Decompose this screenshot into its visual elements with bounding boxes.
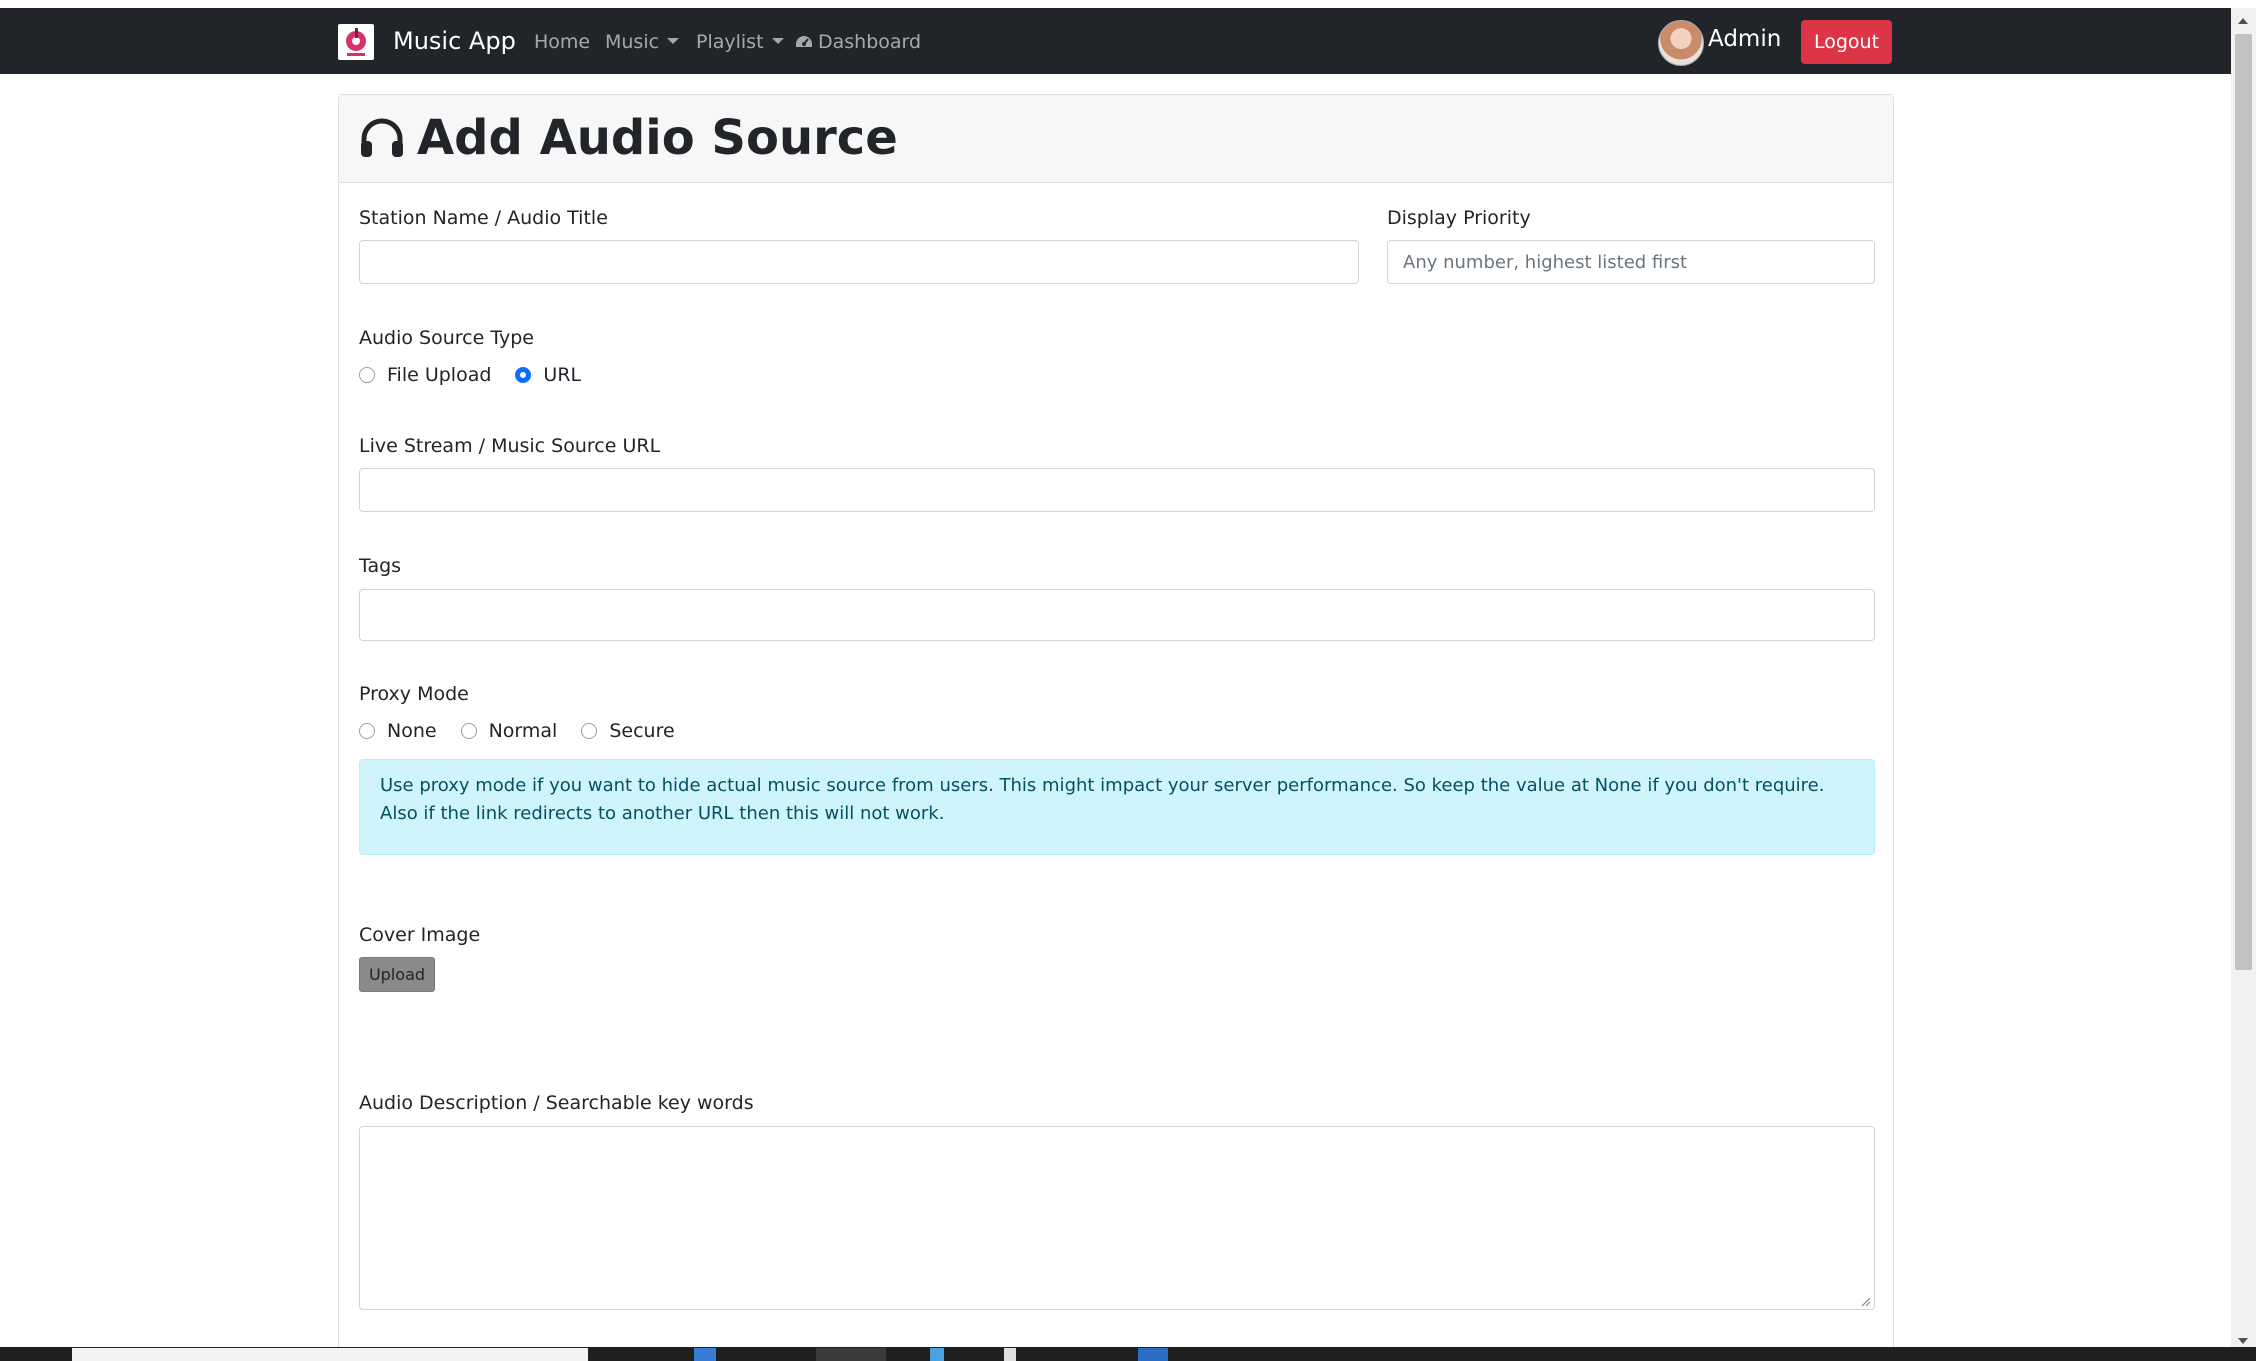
proxy-info-alert: Use proxy mode if you want to hide actua… xyxy=(359,759,1875,855)
source-url-label: Live Stream / Music Source URL xyxy=(359,435,661,457)
radio-proxy-normal[interactable] xyxy=(460,723,477,739)
page-scrollbar[interactable] xyxy=(2231,8,2256,1347)
scrollbar-thumb[interactable] xyxy=(2235,34,2252,970)
nav-playlist-dropdown[interactable]: Playlist xyxy=(696,30,784,54)
taskbar-active-app-icon[interactable] xyxy=(816,1348,886,1361)
nav-music-label: Music xyxy=(605,31,660,53)
nav-playlist-label: Playlist xyxy=(696,31,764,53)
radio-proxy-normal-label[interactable]: Normal xyxy=(489,719,558,743)
display-priority-label: Display Priority xyxy=(1387,207,1531,229)
brand-name[interactable]: Music App xyxy=(393,26,516,56)
taskbar-app-icon[interactable] xyxy=(930,1348,944,1361)
description-textarea[interactable] xyxy=(359,1126,1875,1310)
nav-home[interactable]: Home xyxy=(534,30,590,54)
nav-dashboard-label: Dashboard xyxy=(818,31,922,53)
source-type-radio-group: File Upload URL xyxy=(359,363,605,387)
chevron-down-icon xyxy=(667,38,680,44)
source-type-label: Audio Source Type xyxy=(359,327,534,349)
radio-proxy-none-label[interactable]: None xyxy=(387,719,437,743)
os-taskbar xyxy=(0,1347,2256,1361)
proxy-mode-radio-group: None Normal Secure xyxy=(359,719,699,743)
station-name-label: Station Name / Audio Title xyxy=(359,207,608,229)
top-navbar: Music App Home Music Playlist Dashboard … xyxy=(0,8,2231,74)
scroll-up-icon[interactable] xyxy=(2238,18,2248,24)
source-url-input[interactable] xyxy=(359,468,1875,512)
proxy-mode-label: Proxy Mode xyxy=(359,683,469,705)
page-title-text: Add Audio Source xyxy=(417,110,898,166)
radio-url[interactable] xyxy=(515,367,532,383)
page-title: Add Audio Source xyxy=(359,109,898,167)
resize-grip-icon[interactable] xyxy=(1859,1295,1871,1307)
radio-proxy-secure-label[interactable]: Secure xyxy=(609,719,674,743)
tags-input[interactable] xyxy=(359,589,1875,641)
radio-file-upload[interactable] xyxy=(359,367,375,383)
logout-button[interactable]: Logout xyxy=(1801,20,1892,64)
station-name-input[interactable] xyxy=(359,240,1359,284)
scroll-down-icon[interactable] xyxy=(2238,1338,2248,1344)
dashboard-icon xyxy=(795,32,813,56)
taskbar-app-icon[interactable] xyxy=(1138,1348,1168,1361)
nav-dashboard[interactable]: Dashboard xyxy=(795,30,921,56)
music-app-logo[interactable] xyxy=(338,24,374,60)
card-header: Add Audio Source xyxy=(339,95,1893,183)
tags-label: Tags xyxy=(359,555,402,577)
radio-proxy-none[interactable] xyxy=(359,723,375,739)
headphones-icon xyxy=(361,118,403,157)
chevron-down-icon xyxy=(771,38,784,44)
taskbar-app-icon[interactable] xyxy=(694,1348,716,1361)
radio-url-label[interactable]: URL xyxy=(543,363,581,387)
radio-file-upload-label[interactable]: File Upload xyxy=(387,363,491,387)
nav-home-label: Home xyxy=(534,31,591,53)
description-label: Audio Description / Searchable key words xyxy=(359,1092,754,1114)
user-avatar[interactable] xyxy=(1658,20,1704,66)
add-audio-card: Add Audio Source Station Name / Audio Ti… xyxy=(338,94,1894,1356)
taskbar-app-icon[interactable] xyxy=(1004,1348,1016,1361)
browser-top-strip xyxy=(0,0,2256,8)
display-priority-input[interactable] xyxy=(1387,240,1875,284)
cover-image-label: Cover Image xyxy=(359,924,481,946)
user-name[interactable]: Admin xyxy=(1708,24,1781,54)
taskbar-search-box[interactable] xyxy=(72,1348,588,1361)
nav-music-dropdown[interactable]: Music xyxy=(605,30,680,54)
radio-proxy-secure[interactable] xyxy=(581,723,598,739)
upload-cover-button[interactable]: Upload xyxy=(359,957,435,992)
